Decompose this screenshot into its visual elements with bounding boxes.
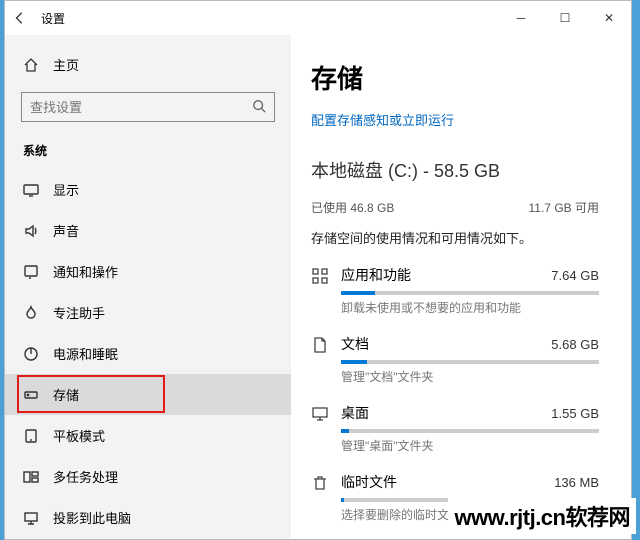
sidebar-item-label: 专注助手	[53, 303, 105, 322]
power-icon	[23, 346, 39, 362]
sidebar-item-tablet[interactable]: 平板模式	[5, 415, 291, 456]
category-apps[interactable]: 应用和功能 7.64 GB 卸载未使用或不想要的应用和功能	[311, 257, 599, 326]
sidebar-item-label: 存储	[53, 385, 79, 404]
watermark: www.rjtj.cn软荐网	[448, 498, 636, 534]
sidebar-item-storage[interactable]: 存储	[5, 374, 291, 415]
sidebar-item-power[interactable]: 电源和睡眠	[5, 333, 291, 374]
category-desc: 管理"桌面"文件夹	[341, 437, 599, 454]
category-desktop[interactable]: 桌面 1.55 GB 管理"桌面"文件夹	[311, 395, 599, 464]
storage-sense-link[interactable]: 配置存储感知或立即运行	[311, 110, 599, 129]
disk-title: 本地磁盘 (C:) - 58.5 GB	[311, 157, 599, 183]
category-size: 7.64 GB	[551, 268, 599, 283]
search-input[interactable]	[30, 100, 252, 115]
settings-window: 设置 ─ ☐ ✕ 主页 系统 显示	[4, 0, 632, 540]
sidebar-item-label: 声音	[53, 221, 79, 240]
titlebar: 设置 ─ ☐ ✕	[5, 1, 631, 35]
category-name: 桌面	[341, 403, 369, 423]
close-button[interactable]: ✕	[587, 1, 631, 35]
disk-used-label: 已使用 46.8 GB	[311, 199, 394, 216]
documents-icon	[311, 336, 329, 354]
category-desc: 卸载未使用或不想要的应用和功能	[341, 299, 599, 316]
category-desc: 管理"文档"文件夹	[341, 368, 599, 385]
project-icon	[23, 510, 39, 526]
sidebar-item-label: 平板模式	[53, 426, 105, 445]
content-pane: 存储 配置存储感知或立即运行 本地磁盘 (C:) - 58.5 GB 已使用 4…	[291, 35, 631, 539]
category-name: 应用和功能	[341, 265, 411, 285]
sidebar-item-sound[interactable]: 声音	[5, 210, 291, 251]
page-title: 存储	[311, 59, 599, 96]
window-title: 设置	[41, 10, 65, 27]
sidebar-item-project[interactable]: 投影到此电脑	[5, 497, 291, 538]
sidebar-item-label: 多任务处理	[53, 467, 118, 486]
apps-icon	[311, 267, 329, 285]
storage-icon	[23, 387, 39, 403]
back-icon[interactable]	[13, 11, 27, 25]
focus-icon	[23, 305, 39, 321]
notifications-icon	[23, 264, 39, 280]
category-documents[interactable]: 文档 5.68 GB 管理"文档"文件夹	[311, 326, 599, 395]
desktop-icon	[311, 405, 329, 423]
category-name: 文档	[341, 334, 369, 354]
sidebar-home-label: 主页	[53, 55, 79, 74]
sidebar-section-header: 系统	[5, 136, 291, 169]
sidebar-item-label: 电源和睡眠	[53, 344, 118, 363]
minimize-button[interactable]: ─	[499, 1, 543, 35]
display-icon	[23, 182, 39, 198]
sidebar-item-label: 通知和操作	[53, 262, 118, 281]
multitask-icon	[23, 469, 39, 485]
sidebar-item-focus[interactable]: 专注助手	[5, 292, 291, 333]
sidebar-item-label: 投影到此电脑	[53, 508, 131, 527]
trash-icon	[311, 474, 329, 492]
storage-note: 存储空间的使用情况和可用情况如下。	[311, 228, 599, 247]
sidebar-item-notifications[interactable]: 通知和操作	[5, 251, 291, 292]
sound-icon	[23, 223, 39, 239]
search-icon	[252, 99, 266, 116]
sidebar-item-multitask[interactable]: 多任务处理	[5, 456, 291, 497]
maximize-button[interactable]: ☐	[543, 1, 587, 35]
home-icon	[23, 57, 39, 73]
sidebar-home[interactable]: 主页	[5, 47, 291, 82]
tablet-icon	[23, 428, 39, 444]
category-name: 临时文件	[341, 472, 397, 492]
sidebar: 主页 系统 显示 声音 通知和操作	[5, 35, 291, 539]
disk-free-label: 11.7 GB 可用	[529, 199, 599, 216]
category-size: 1.55 GB	[551, 406, 599, 421]
category-size: 5.68 GB	[551, 337, 599, 352]
sidebar-item-label: 显示	[53, 180, 79, 199]
category-size: 136 MB	[554, 475, 599, 490]
search-box[interactable]	[21, 92, 275, 122]
sidebar-item-display[interactable]: 显示	[5, 169, 291, 210]
